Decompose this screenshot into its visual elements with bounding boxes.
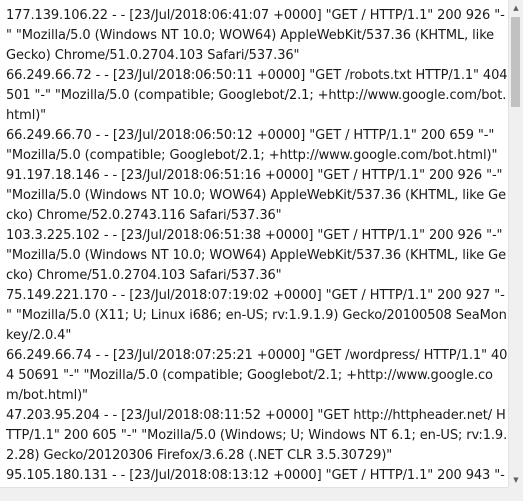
log-entry: 66.249.66.72 - - [23/Jul/2018:06:50:11 +… (6, 68, 508, 123)
scrollbar-corner (508, 487, 523, 501)
horizontal-scrollbar[interactable] (0, 487, 508, 501)
vertical-scroll-thumb[interactable] (511, 17, 520, 107)
log-viewer[interactable]: 177.139.106.22 - - [23/Jul/2018:06:41:07… (0, 0, 523, 501)
scroll-down-arrow-icon[interactable]: ▼ (509, 472, 523, 487)
log-text-area[interactable]: 177.139.106.22 - - [23/Jul/2018:06:41:07… (0, 0, 508, 501)
log-entry: 66.249.66.74 - - [23/Jul/2018:07:25:21 +… (6, 348, 508, 403)
log-entry: 66.249.66.70 - - [23/Jul/2018:06:50:12 +… (6, 128, 498, 163)
log-entry: 177.139.106.22 - - [23/Jul/2018:06:41:07… (6, 8, 505, 63)
log-entry: 103.3.225.102 - - [23/Jul/2018:06:51:38 … (6, 228, 507, 283)
scroll-up-arrow-icon[interactable]: ▲ (509, 0, 523, 15)
vertical-scrollbar[interactable]: ▲ ▼ (508, 0, 523, 487)
log-entry: 75.149.221.170 - - [23/Jul/2018:07:19:02… (6, 288, 507, 343)
log-entry: 91.197.18.146 - - [23/Jul/2018:06:51:16 … (6, 168, 507, 223)
log-entry: 47.203.95.204 - - [23/Jul/2018:08:11:52 … (6, 408, 508, 463)
